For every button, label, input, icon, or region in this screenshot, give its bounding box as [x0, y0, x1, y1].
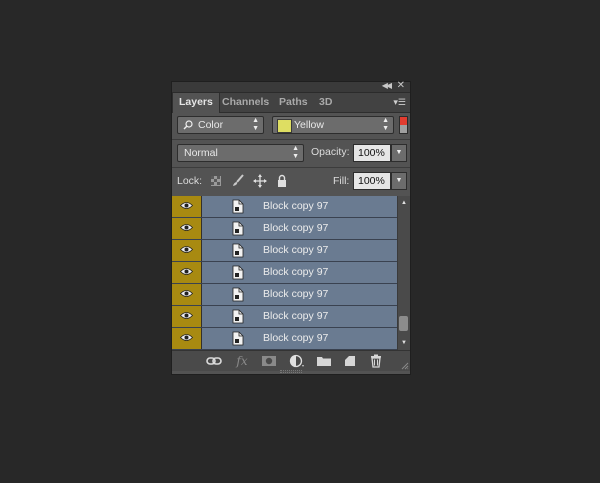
collapse-icon[interactable]: ◀◀: [382, 81, 392, 90]
eye-icon: [180, 334, 193, 341]
eye-icon: [180, 290, 193, 297]
eye-icon: [180, 268, 193, 275]
smart-object-thumbnail-icon: [232, 309, 244, 324]
resize-grip-icon[interactable]: [401, 362, 409, 370]
tab-paths[interactable]: Paths: [273, 93, 314, 112]
link-icon[interactable]: [206, 354, 222, 368]
layer-visibility-toggle[interactable]: [172, 328, 202, 349]
layer-name: Block copy 97: [263, 288, 329, 300]
group-folder-icon[interactable]: [316, 354, 332, 368]
layer-name: Block copy 97: [263, 332, 329, 344]
smart-object-thumbnail-icon: [232, 287, 244, 302]
layer-row[interactable]: Block copy 97: [172, 240, 397, 262]
eye-icon: [180, 246, 193, 253]
tab-layers[interactable]: Layers: [172, 93, 220, 113]
close-icon[interactable]: ✕: [397, 80, 405, 91]
scrollbar-thumb[interactable]: [399, 316, 408, 331]
filter-kind-label: Color: [198, 119, 224, 131]
layer-name: Block copy 97: [263, 310, 329, 322]
fx-icon[interactable]: fx: [234, 354, 250, 368]
smart-object-thumbnail-icon: [232, 199, 244, 214]
fill-label: Fill:: [333, 175, 350, 187]
smart-object-thumbnail-icon: [232, 265, 244, 280]
panel-bottom-grip[interactable]: [280, 370, 302, 373]
updown-arrows-icon: ▲ ▼: [252, 117, 259, 132]
layers-panel: ◀◀ ✕ Layers Channels Paths 3D ▾☰ Color ▲…: [171, 80, 411, 375]
layer-name: Block copy 97: [263, 244, 329, 256]
color-swatch: [277, 119, 292, 133]
opacity-label: Opacity:: [311, 146, 350, 158]
layer-name: Block copy 97: [263, 222, 329, 234]
layer-visibility-toggle[interactable]: [172, 262, 202, 283]
filter-kind-select[interactable]: Color ▲ ▼: [177, 116, 264, 134]
layer-visibility-toggle[interactable]: [172, 284, 202, 305]
search-icon: [183, 120, 193, 130]
lock-transparent-pixels-icon[interactable]: [209, 174, 223, 188]
smart-object-thumbnail-icon: [232, 331, 244, 346]
opacity-input[interactable]: 100%: [353, 144, 391, 162]
panel-tabs: Layers Channels Paths 3D ▾☰: [172, 93, 410, 113]
panel-title-bar[interactable]: ◀◀ ✕: [172, 80, 410, 93]
eye-icon: [180, 202, 193, 209]
mask-icon[interactable]: [261, 354, 277, 368]
layer-row[interactable]: Block copy 97: [172, 306, 397, 328]
updown-arrows-icon: ▲ ▼: [292, 145, 299, 160]
blend-mode-label: Normal: [184, 147, 218, 159]
layer-visibility-toggle[interactable]: [172, 240, 202, 261]
lock-label: Lock:: [177, 175, 203, 187]
scroll-up-arrow-icon[interactable]: ▲: [401, 200, 407, 206]
filter-toggle-switch[interactable]: [399, 116, 408, 134]
layer-list-scrollbar[interactable]: ▲ ▼: [397, 196, 410, 350]
lock-all-icon[interactable]: [275, 174, 289, 188]
smart-object-thumbnail-icon: [232, 221, 244, 236]
scroll-down-arrow-icon[interactable]: ▼: [401, 340, 407, 346]
tab-3d[interactable]: 3D: [313, 93, 338, 112]
opacity-dropdown-button[interactable]: ▼: [391, 144, 407, 162]
filter-color-label: Yellow: [294, 119, 324, 131]
layer-name: Block copy 97: [263, 200, 329, 212]
lock-image-pixels-icon[interactable]: [231, 174, 245, 188]
new-layer-icon[interactable]: [342, 354, 358, 368]
layer-row[interactable]: Block copy 97: [172, 196, 397, 218]
layer-visibility-toggle[interactable]: [172, 218, 202, 239]
trash-icon[interactable]: [368, 354, 384, 368]
panel-menu-icon[interactable]: ▾☰: [393, 97, 406, 108]
layer-row[interactable]: Block copy 97: [172, 328, 397, 350]
layer-list: Block copy 97 Block copy 97 Block copy 97 B…: [172, 196, 397, 350]
layer-visibility-toggle[interactable]: [172, 196, 202, 217]
eye-icon: [180, 224, 193, 231]
layer-row[interactable]: Block copy 97: [172, 284, 397, 306]
smart-object-thumbnail-icon: [232, 243, 244, 258]
tab-channels[interactable]: Channels: [216, 93, 275, 112]
adjustment-icon[interactable]: [289, 354, 305, 368]
filter-color-select[interactable]: Yellow ▲ ▼: [272, 116, 394, 134]
panel-footer: fx: [172, 350, 410, 371]
fill-input[interactable]: 100%: [353, 172, 391, 190]
layer-name: Block copy 97: [263, 266, 329, 278]
lock-position-icon[interactable]: [253, 174, 267, 188]
updown-arrows-icon: ▲ ▼: [382, 117, 389, 132]
fill-dropdown-button[interactable]: ▼: [391, 172, 407, 190]
layer-visibility-toggle[interactable]: [172, 306, 202, 327]
eye-icon: [180, 312, 193, 319]
layer-row[interactable]: Block copy 97: [172, 218, 397, 240]
layer-row[interactable]: Block copy 97: [172, 262, 397, 284]
blend-mode-select[interactable]: Normal ▲ ▼: [177, 144, 304, 162]
